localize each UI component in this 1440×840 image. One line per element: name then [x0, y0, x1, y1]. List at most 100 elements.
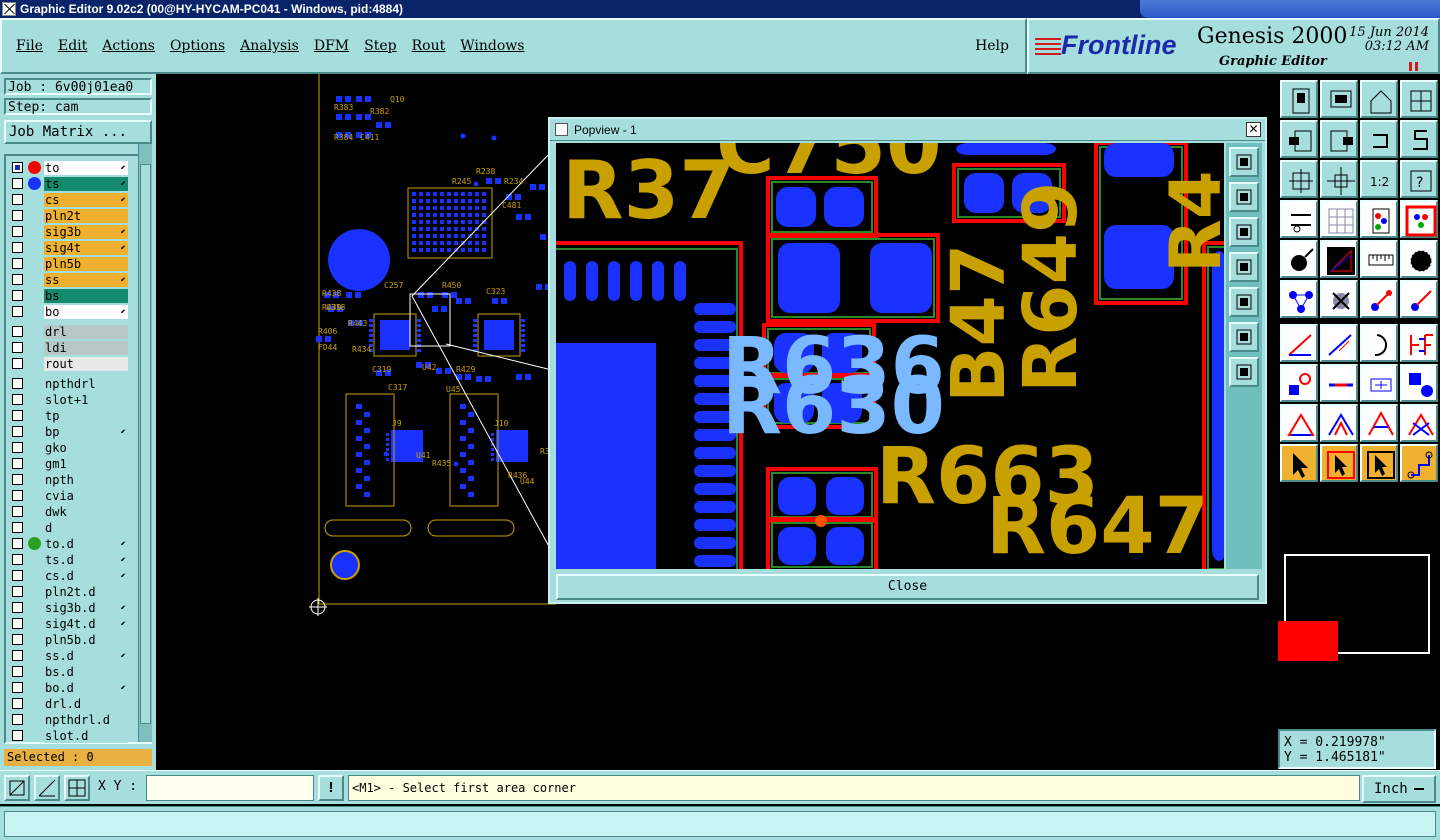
menu-options[interactable]: Options: [170, 38, 225, 54]
snap-pad-icon[interactable]: [1280, 240, 1318, 278]
layer-name[interactable]: npthdrl.d: [44, 712, 128, 727]
layer-checkbox[interactable]: [12, 178, 23, 189]
layer-name[interactable]: pln5b.d: [44, 632, 128, 647]
overview-map[interactable]: [1278, 554, 1430, 661]
fill-icon[interactable]: [1400, 324, 1438, 362]
layer-name[interactable]: to ⬋: [44, 160, 128, 175]
popview-zoom-view[interactable]: R37 C750 R636 R630 R647 R649 R663 B47 R4: [556, 143, 1224, 569]
triangle-blue-icon[interactable]: [1320, 404, 1358, 442]
layer-checkbox[interactable]: [12, 474, 23, 485]
layer-row-bs-d[interactable]: bs.d: [8, 664, 128, 679]
arrow-pad-icon[interactable]: [1360, 280, 1398, 318]
layer-row-pln5b-d[interactable]: pln5b.d: [8, 632, 128, 647]
unit-select[interactable]: Inch: [1362, 775, 1436, 803]
layer-checkbox[interactable]: [12, 306, 23, 317]
home-icon[interactable]: [1360, 80, 1398, 118]
pv-zoom-home-icon[interactable]: [1229, 182, 1259, 212]
menu-analysis[interactable]: Analysis: [240, 38, 299, 54]
net-icon[interactable]: [1400, 444, 1438, 482]
layer-row-sig3b[interactable]: sig3b ⬋: [8, 224, 128, 239]
layer-name[interactable]: sig4t.d ⬋: [44, 616, 128, 631]
layer-name[interactable]: bp ⬋: [44, 424, 128, 439]
layer-checkbox[interactable]: [12, 586, 23, 597]
layer-checkbox[interactable]: [12, 522, 23, 533]
layer-checkbox[interactable]: [12, 378, 23, 389]
layer-row-bs[interactable]: bs: [8, 288, 128, 303]
layer-name[interactable]: bo ⬋: [44, 304, 128, 319]
layer-colors-red-icon[interactable]: [1400, 200, 1438, 238]
layer-checkbox[interactable]: [12, 698, 23, 709]
layer-row-bo-d[interactable]: bo.d ⬋: [8, 680, 128, 695]
layer-checkbox[interactable]: [12, 682, 23, 693]
pv-pan-left-icon[interactable]: [1229, 252, 1259, 282]
layer-row-npth[interactable]: npth: [8, 472, 128, 487]
scrollbar-thumb[interactable]: [140, 164, 151, 724]
layer-name[interactable]: to.d ⬋: [44, 536, 128, 551]
layer-checkbox[interactable]: [12, 258, 23, 269]
layer-checkbox[interactable]: [12, 570, 23, 581]
layer-name[interactable]: bs.d: [44, 664, 128, 679]
cross-icon[interactable]: [1320, 280, 1358, 318]
layer-row-to-d[interactable]: to.d ⬋: [8, 536, 128, 551]
layer-row-cvia[interactable]: cvia: [8, 488, 128, 503]
layer-row-pln2t[interactable]: pln2t: [8, 208, 128, 223]
layer-name[interactable]: cs ⬋: [44, 192, 128, 207]
layer-checkbox[interactable]: [12, 634, 23, 645]
layer-row-cs-d[interactable]: cs.d ⬋: [8, 568, 128, 583]
layer-row-drl-d[interactable]: drl.d: [8, 696, 128, 711]
menu-file[interactable]: File: [16, 38, 43, 54]
fit-icon[interactable]: [1280, 160, 1318, 198]
layer-row-sig4t-d[interactable]: sig4t.d ⬋: [8, 616, 128, 631]
layer-checkbox[interactable]: [12, 602, 23, 613]
layer-checkbox[interactable]: [12, 274, 23, 285]
layer-checkbox[interactable]: [12, 666, 23, 677]
menu-actions[interactable]: Actions: [102, 38, 155, 54]
pv-zoom-out-icon[interactable]: [1229, 217, 1259, 247]
menu-dfm[interactable]: DFM: [314, 38, 349, 54]
layer-checkbox[interactable]: [12, 290, 23, 301]
layer-checkbox[interactable]: [12, 618, 23, 629]
layer-row-slot-d[interactable]: slot.d: [8, 728, 128, 743]
screen-split-icon[interactable]: [1400, 80, 1438, 118]
connect-icon[interactable]: [1280, 280, 1318, 318]
layer-name[interactable]: bs: [44, 288, 128, 303]
layer-name[interactable]: ss.d ⬋: [44, 648, 128, 663]
layer-checkbox[interactable]: [12, 358, 23, 369]
layer-checkbox[interactable]: [12, 650, 23, 661]
zoom-out-icon[interactable]: [1320, 80, 1358, 118]
measure-tool-icon[interactable]: [34, 775, 60, 801]
layer-row-cs[interactable]: cs ⬋: [8, 192, 128, 207]
layer-row-sig4t[interactable]: sig4t ⬋: [8, 240, 128, 255]
shapes-icon[interactable]: [1400, 364, 1438, 402]
line-blue-icon[interactable]: [1320, 324, 1358, 362]
layer-checkbox[interactable]: [12, 194, 23, 205]
window-controls[interactable]: [1140, 0, 1440, 18]
pointer-icon[interactable]: [1280, 444, 1318, 482]
arrow-pad-2-icon[interactable]: [1400, 280, 1438, 318]
ratio-1-2-icon[interactable]: 1:2: [1360, 160, 1398, 198]
layer-checkbox[interactable]: [12, 210, 23, 221]
layer-name[interactable]: slot+1: [44, 392, 128, 407]
line-red-icon[interactable]: [1280, 324, 1318, 362]
layer-row-tp[interactable]: tp: [8, 408, 128, 423]
layer-row-dwk[interactable]: dwk: [8, 504, 128, 519]
layer-name[interactable]: gm1: [44, 456, 128, 471]
layer-name[interactable]: cvia: [44, 488, 128, 503]
layer-row-to[interactable]: to ⬋: [8, 160, 128, 175]
pan-left-icon[interactable]: [1280, 120, 1318, 158]
pad-add-icon[interactable]: [1280, 364, 1318, 402]
grid-snap-icon[interactable]: [64, 775, 90, 801]
pan-right-icon[interactable]: [1320, 120, 1358, 158]
menu-step[interactable]: Step: [364, 38, 396, 54]
layer-row-d[interactable]: d: [8, 520, 128, 535]
menu-windows[interactable]: Windows: [460, 38, 524, 54]
ruler-icon[interactable]: [1360, 240, 1398, 278]
layer-checkbox[interactable]: [12, 442, 23, 453]
layer-name[interactable]: pln2t: [44, 208, 128, 223]
line-cut-icon[interactable]: [1320, 364, 1358, 402]
layer-checkbox[interactable]: [12, 714, 23, 725]
layer-checkbox[interactable]: [12, 226, 23, 237]
snake-icon[interactable]: [1400, 120, 1438, 158]
overview-viewport[interactable]: [1278, 621, 1338, 661]
layer-row-ts[interactable]: ts ⬋: [8, 176, 128, 191]
